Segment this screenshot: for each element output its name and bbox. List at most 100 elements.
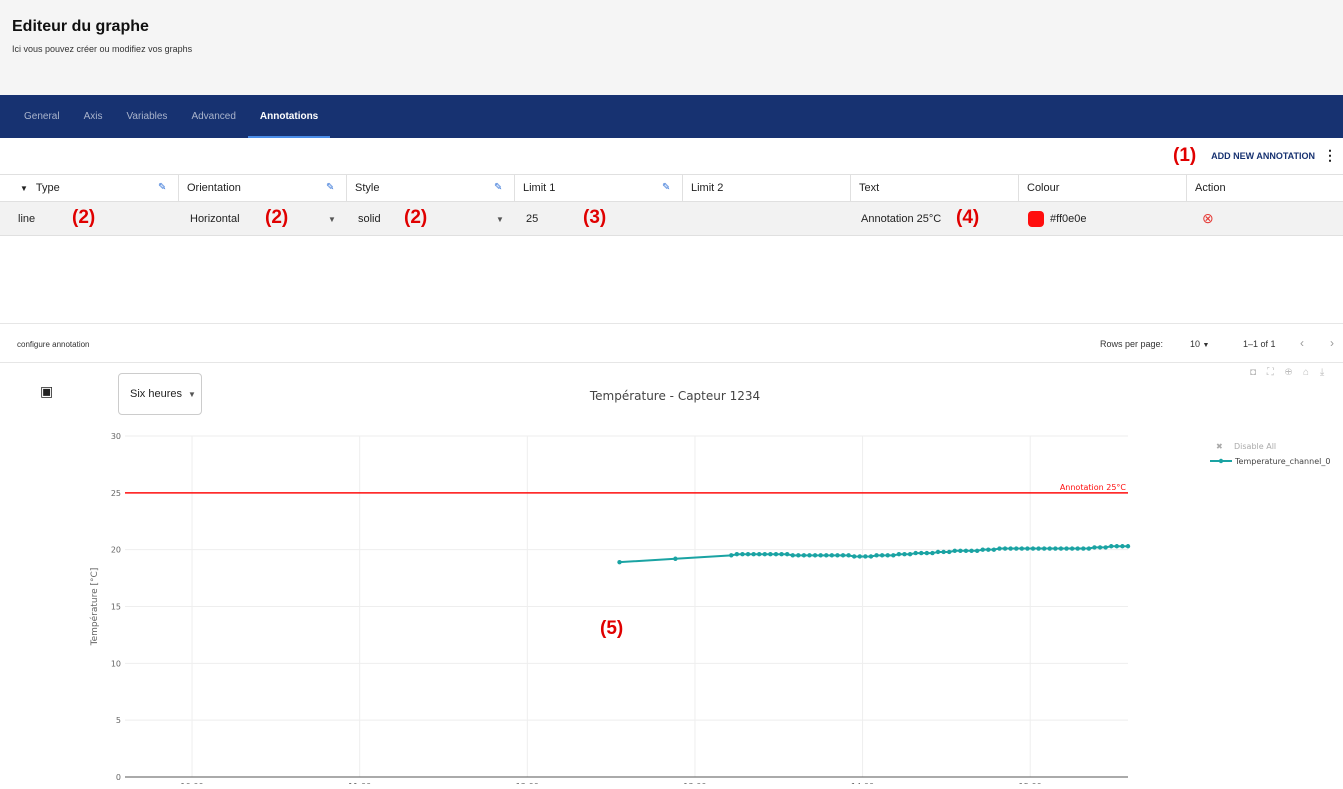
data-point [913,550,918,556]
edit-pencil-icon: ✎ [326,182,335,193]
cell-style[interactable]: solid [358,202,381,235]
column-limit1[interactable]: Limit 1 [514,175,682,201]
callout-5: (5) [600,618,624,639]
sort-arrow-icon: ▼ [20,183,28,193]
data-point [919,550,924,556]
cell-type[interactable]: line [18,202,35,235]
page-header: Editeur du graphe Ici vous pouvez créer … [0,0,1343,95]
table-header: ▼ Type ✎ Orientation ✎ Style ✎ Limit 1 ✎… [0,174,1343,202]
tab-variables[interactable]: Variables [114,95,179,138]
dropdown-caret-icon[interactable]: ▼ [496,215,504,224]
column-limit2[interactable]: Limit 2 [682,175,850,201]
data-point [1036,546,1041,551]
y-tick-label: 10 [111,659,121,668]
tab-axis[interactable]: Axis [72,95,115,138]
data-point [812,553,818,558]
data-point [885,553,890,558]
column-orientation-label: Orientation [187,182,241,194]
data-point [852,554,857,559]
cell-orientation[interactable]: Horizontal [190,202,240,235]
tab-general[interactable]: General [12,95,72,138]
data-point [879,553,885,558]
edit-pencil-icon: ✎ [662,182,671,193]
data-point [846,553,851,558]
delete-circle-icon: ⊗ [1202,210,1214,226]
data-point [762,552,767,557]
colour-swatch[interactable] [1028,210,1044,227]
data-point [801,553,807,558]
colour-hex: #ff0e0e [1050,212,1087,225]
data-point [958,548,963,554]
data-point [1047,546,1052,551]
data-point [857,554,862,559]
y-tick-label: 0 [116,773,121,782]
next-page-icon[interactable]: › [1330,336,1334,350]
data-point [1069,546,1075,551]
cell-limit1[interactable]: 25 [526,202,538,235]
column-type[interactable]: ▼ Type [12,175,178,201]
y-tick-label: 25 [111,489,121,498]
tab-advanced[interactable]: Advanced [179,95,247,138]
data-point [924,550,930,556]
table-row[interactable]: line (2) Horizontal (2) ▼ solid (2) ▼ 25… [0,202,1343,236]
dropdown-caret-icon: ▼ [187,389,196,399]
data-point [935,549,941,555]
dropdown-caret-icon[interactable]: ▼ [328,215,336,224]
callout-4: (4) [956,207,980,228]
data-point [946,549,952,555]
prev-page-icon[interactable]: ‹ [1300,336,1304,350]
data-point [740,552,745,557]
table-footer: configure annotation Rows per page: 10 ▼… [0,323,1343,363]
data-point [863,554,868,559]
column-colour[interactable]: Colour [1018,175,1186,201]
add-annotation-button[interactable]: ADD NEW ANNOTATION [1211,151,1315,161]
disable-all-icon: ✖ [1216,442,1223,451]
calendar-icon[interactable]: ▣ [40,383,53,400]
data-point [902,552,907,557]
data-point [1109,544,1114,549]
data-point [818,553,823,558]
time-range-select[interactable]: Six heures ▼ [118,373,202,415]
data-point [1092,545,1097,550]
column-style[interactable]: Style [346,175,514,201]
tab-annotations[interactable]: Annotations [247,95,331,138]
edit-pencil-icon: ✎ [494,182,503,193]
data-point [779,552,784,557]
data-point [1025,546,1030,551]
column-text[interactable]: Text [850,175,1018,201]
edit-pencil-icon: ✎ [158,182,167,193]
rows-per-page-value: 10 [1190,339,1201,349]
data-point [991,547,997,552]
column-limit2-label: Limit 2 [691,182,724,194]
data-point [807,553,812,558]
data-point [952,548,957,554]
data-point [1053,546,1058,551]
legend-disable-all: Disable All [1234,442,1276,451]
column-text-label: Text [859,182,880,194]
delete-row-button[interactable]: ⊗ [1202,202,1214,235]
table-toolbar: (1) ADD NEW ANNOTATION ⋮ [0,138,1343,174]
callout-2: (2) [404,207,428,228]
time-range-value: Six heures [130,388,182,400]
column-orientation[interactable]: Orientation [178,175,346,201]
data-point [1064,546,1069,551]
data-point [796,553,801,558]
more-vert-icon[interactable]: ⋮ [1323,147,1337,164]
data-point [907,552,913,557]
data-point [1019,546,1025,551]
data-point [974,548,980,554]
data-point [963,548,969,554]
column-action[interactable]: Action [1186,175,1343,201]
cell-text[interactable]: Annotation 25°C [861,202,941,235]
column-style-label: Style [355,182,380,194]
cell-colour[interactable]: #ff0e0e [1028,202,1087,235]
y-axis-label: Température [°C] [89,568,100,647]
callout-1: (1) [1173,145,1197,166]
data-point [874,553,879,558]
chart-modebar[interactable]: ◘ ⛶ ⊕ ⌂ ⤓ [1250,367,1328,378]
data-point [868,554,874,559]
legend-series-name: Temperature_channel_0 [1234,457,1330,466]
rows-per-page-select[interactable]: 10 ▼ [1190,339,1209,349]
column-type-label: Type [35,182,60,194]
tab-bar: General Axis Variables Advanced Annotati… [0,95,1343,138]
